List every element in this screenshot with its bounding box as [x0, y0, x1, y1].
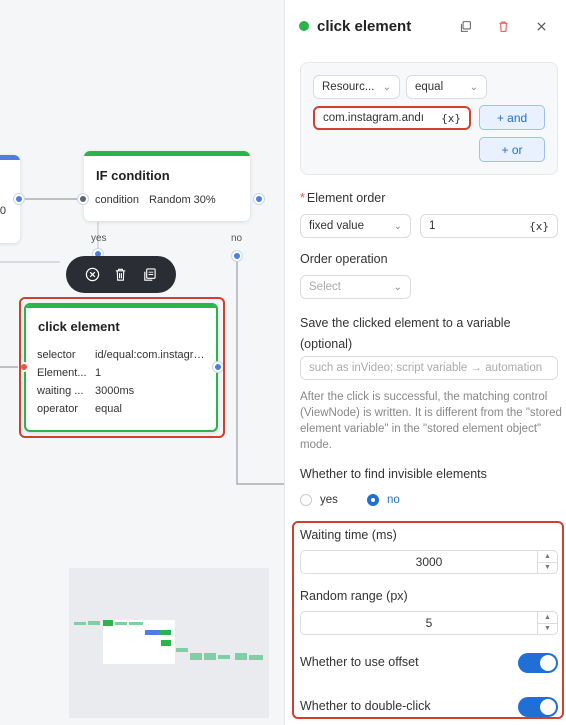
radio-off: [300, 494, 312, 506]
minimap-node: [235, 653, 247, 660]
minimap-node: [218, 655, 230, 659]
status-dot: [299, 21, 309, 31]
radio-label: no: [387, 494, 400, 507]
element-order-label: * Element order: [300, 191, 385, 205]
chevron-down-icon: ⌄: [382, 81, 391, 93]
element-order-value-input[interactable]: 1 {x}: [420, 214, 558, 238]
no-branch-label: no: [231, 233, 243, 244]
condition-value-input[interactable]: com.instagram.andı {x}: [313, 106, 471, 130]
operator-select-value: equal: [415, 81, 444, 93]
if-node-row: condition Random 30%: [84, 191, 250, 209]
yes-branch-label: yes: [91, 233, 107, 244]
add-or-button[interactable]: + or: [479, 137, 545, 162]
add-and-button[interactable]: + and: [479, 105, 545, 130]
required-mark: *: [300, 191, 305, 205]
if-node-condition-value: Random 30%: [149, 194, 216, 206]
field-select-value: Resourc...: [322, 81, 375, 93]
minimap-graphic: [74, 620, 263, 664]
condition-group: Resourc... ⌄ equal ⌄ com.instagram.andı …: [300, 62, 558, 175]
save-variable-input[interactable]: such as inVideo; script variable → autom…: [300, 356, 558, 380]
click-node-highlight: [19, 297, 225, 438]
cancel-circle-icon[interactable]: [83, 266, 101, 284]
trash-icon[interactable]: [112, 266, 130, 284]
if-node-condition-label: condition: [95, 194, 140, 206]
delete-icon[interactable]: [492, 15, 514, 37]
order-operation-select[interactable]: Select ⌄: [300, 275, 411, 299]
copy-icon[interactable]: [141, 266, 159, 284]
minimap-node: [161, 640, 171, 646]
no-branch-port[interactable]: [232, 251, 242, 261]
condition-value-text: com.instagram.andı: [323, 112, 424, 124]
left-node-output-port[interactable]: [14, 194, 24, 204]
if-node-output-port[interactable]: [254, 194, 264, 204]
minimap-node: [129, 622, 143, 625]
invisible-yes-radio[interactable]: yes: [300, 494, 338, 506]
minimap-node: [159, 630, 171, 635]
insert-variable-button[interactable]: {x}: [441, 112, 461, 125]
minimap-node: [145, 630, 159, 635]
settings-highlight: [292, 521, 564, 719]
if-condition-node[interactable]: IF condition condition Random 30%: [84, 151, 250, 221]
chevron-down-icon: ⌄: [469, 81, 478, 93]
minimap-node: [190, 653, 202, 660]
element-order-value: 1: [429, 220, 436, 232]
order-operation-label: Order operation: [300, 252, 388, 266]
minimap-node: [249, 655, 263, 660]
if-node-title: IF condition: [96, 168, 170, 183]
minimap[interactable]: [69, 568, 269, 718]
node-toolbar: [66, 256, 176, 293]
invisible-elements-label: Whether to find invisible elements: [300, 467, 487, 481]
chevron-down-icon: ⌄: [393, 220, 402, 232]
element-order-label-text: Element order: [306, 191, 386, 205]
flow-canvas[interactable]: 0 IF condition condition Random 30% yes …: [0, 0, 284, 725]
save-variable-label: Save the clicked element to a variable (…: [300, 316, 511, 351]
insert-variable-button[interactable]: {x}: [529, 220, 549, 233]
chevron-down-icon: ⌄: [393, 281, 402, 293]
save-variable-description: After the click is successful, the match…: [300, 391, 562, 451]
order-operation-placeholder: Select: [309, 281, 341, 293]
panel-header: click element: [285, 0, 566, 52]
save-variable-placeholder: such as inVideo; script variable → autom…: [309, 362, 543, 374]
invisible-no-radio[interactable]: no: [367, 494, 400, 506]
radio-on: [367, 494, 379, 506]
element-order-mode-value: fixed value: [309, 220, 364, 232]
minimap-node: [115, 622, 127, 625]
properties-panel: click element Resourc... ⌄ equal ⌄ com.i…: [284, 0, 566, 725]
minimap-node: [74, 622, 86, 625]
left-node-value: 0: [0, 205, 6, 217]
node-topbar: [0, 155, 20, 160]
close-icon[interactable]: [530, 15, 552, 37]
if-node-input-port[interactable]: [78, 194, 88, 204]
edge-no: [236, 256, 284, 485]
field-select[interactable]: Resourc... ⌄: [313, 75, 400, 99]
operator-select[interactable]: equal ⌄: [406, 75, 487, 99]
duplicate-icon[interactable]: [454, 15, 476, 37]
minimap-node: [103, 620, 113, 626]
minimap-node: [204, 653, 216, 660]
radio-label: yes: [320, 494, 338, 507]
minimap-node: [88, 621, 100, 625]
panel-title: click element: [317, 17, 412, 35]
element-order-mode-select[interactable]: fixed value ⌄: [300, 214, 411, 238]
minimap-node: [176, 648, 188, 652]
